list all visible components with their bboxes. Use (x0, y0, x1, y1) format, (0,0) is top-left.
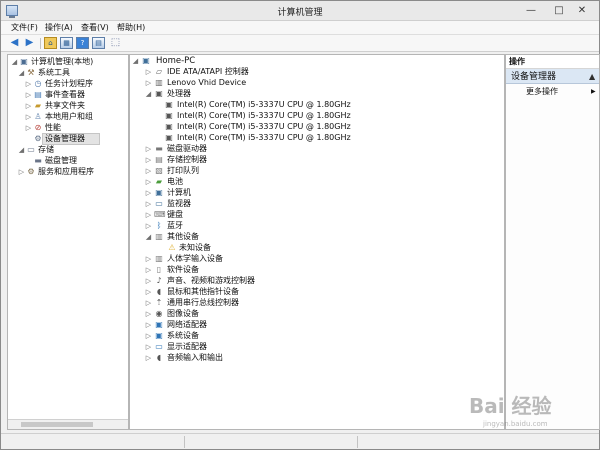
left-horizontal-scrollbar[interactable] (8, 419, 128, 429)
hid-device-icon: ▥ (155, 254, 163, 263)
show-hide-tree-icon[interactable]: ▦ (60, 37, 73, 49)
tree-label: 服务和应用程序 (38, 167, 94, 176)
storage-controller-icon: ▤ (155, 155, 163, 164)
expand-arrow-icon (25, 155, 32, 167)
menu-help[interactable]: 帮助(H) (117, 22, 145, 33)
device-manager-icon: ⚙ (34, 134, 42, 143)
expand-arrow-icon (25, 133, 32, 145)
watermark-url: jingyan.baidu.com (483, 420, 548, 428)
processor-icon: ▣ (165, 100, 173, 109)
title-bar: 计算机管理 — □ ✕ (1, 1, 599, 21)
printer-icon: ▧ (155, 166, 163, 175)
close-button[interactable]: ✕ (564, 2, 600, 19)
battery-icon: ▰ (155, 177, 163, 186)
performance-icon: ⊘ (34, 123, 42, 132)
more-actions-label: 更多操作 (526, 87, 558, 96)
actions-pane: 操作 设备管理器 ▲ 更多操作 ▶ (505, 54, 600, 430)
users-icon: ♙ (34, 112, 42, 121)
menu-action[interactable]: 操作(A) (45, 22, 73, 33)
mouse-icon: ◖ (156, 287, 162, 296)
monitor-icon: ▭ (155, 199, 163, 208)
camera-icon: ◉ (155, 309, 163, 318)
system-device-icon: ▣ (155, 331, 163, 340)
computer-management-window: 计算机管理 — □ ✕ 文件(F) 操作(A) 查看(V) 帮助(H) ◀ ▶ … (0, 0, 600, 450)
usb-icon: ⇡ (155, 298, 163, 307)
export-icon[interactable]: ⬚ (109, 37, 122, 49)
tools-icon: ⚒ (27, 68, 35, 77)
help-icon[interactable]: ? (76, 37, 89, 49)
navigation-tree-pane[interactable]: ◢ ▣ 计算机管理(本地) ◢ ⚒ 系统工具 ▷ ◷ 任务计划程序 ▷ ▤ 事件… (7, 54, 129, 430)
forward-arrow-icon[interactable]: ▶ (23, 37, 36, 49)
collapse-arrow-icon[interactable]: ▲ (589, 71, 595, 83)
other-devices-icon: ▥ (155, 232, 163, 241)
expand-arrow-icon[interactable]: ◢ (11, 56, 18, 68)
window-title: 计算机管理 (277, 8, 323, 18)
toolbar: ◀ ▶ ⌂ ▦ ? ▤ ⬚ (1, 35, 599, 52)
actions-title: 操作 (509, 57, 525, 66)
sound-icon: ♪ (156, 276, 162, 285)
menu-view[interactable]: 查看(V) (81, 22, 109, 33)
network-adapter-icon: ▣ (155, 320, 163, 329)
disk-drive-icon: ▬ (155, 144, 163, 153)
ide-controller-icon: ▱ (155, 67, 163, 76)
software-device-icon: ▯ (156, 265, 162, 274)
expand-arrow-icon[interactable]: ◢ (145, 88, 152, 100)
storage-icon: ▭ (27, 145, 35, 154)
warning-device-icon: ⚠ (168, 243, 176, 252)
processor-icon: ▣ (165, 122, 173, 131)
status-separator (184, 436, 185, 448)
task-scheduler-icon: ◷ (34, 79, 42, 88)
properties-icon[interactable]: ▤ (92, 37, 105, 49)
processor-icon: ▣ (155, 89, 163, 98)
expand-arrow-icon[interactable]: ▷ (145, 352, 152, 364)
actions-header: 操作 (506, 55, 599, 69)
expand-arrow-icon[interactable]: ◢ (18, 144, 25, 156)
processor-icon: ▣ (165, 133, 173, 142)
bluetooth-icon: ᛒ (156, 221, 162, 230)
expand-arrow-icon[interactable]: ▷ (18, 166, 25, 178)
menu-file[interactable]: 文件(F) (11, 22, 38, 33)
more-actions-arrow-icon: ▶ (591, 88, 596, 95)
status-bar (1, 433, 599, 449)
computer-icon: ▣ (142, 56, 150, 65)
services-icon: ⚙ (27, 167, 35, 176)
hid-device-icon: ▥ (155, 78, 163, 87)
expand-arrow-icon[interactable]: ◢ (145, 231, 152, 243)
event-viewer-icon: ▤ (34, 90, 42, 99)
expand-arrow-icon[interactable]: ◢ (132, 55, 139, 67)
status-separator (357, 436, 358, 448)
display-adapter-icon: ▭ (155, 342, 163, 351)
shared-folder-icon: ▰ (34, 101, 42, 110)
minimize-button[interactable]: — (517, 2, 545, 19)
menu-bar: 文件(F) 操作(A) 查看(V) 帮助(H) (1, 21, 599, 35)
computer-management-icon: ▣ (20, 57, 28, 66)
processor-icon: ▣ (165, 111, 173, 120)
disk-management-icon: ▬ (34, 156, 42, 165)
watermark-title: Bai 经验 (469, 394, 552, 418)
keyboard-icon: ⌨ (154, 210, 166, 219)
device-manager-pane[interactable]: ◢ ▣ Home-PC ▷ ▱ IDE ATA/ATAPI 控制器 ▷ ▥ Lenovo… (129, 54, 505, 430)
expand-arrow-icon[interactable]: ◢ (18, 67, 25, 79)
actions-section-device-manager[interactable]: 设备管理器 ▲ (506, 69, 599, 84)
up-folder-icon[interactable]: ⌂ (44, 37, 57, 49)
toolbar-separator (40, 38, 41, 49)
back-arrow-icon[interactable]: ◀ (8, 37, 21, 49)
audio-io-icon: ◖ (156, 353, 162, 362)
actions-section-label: 设备管理器 (511, 72, 557, 82)
device-label: 音频输入和输出 (167, 353, 223, 362)
baidu-watermark: Bai 经验 jingyan.baidu.com (469, 395, 593, 433)
computer-icon: ▣ (155, 188, 163, 197)
